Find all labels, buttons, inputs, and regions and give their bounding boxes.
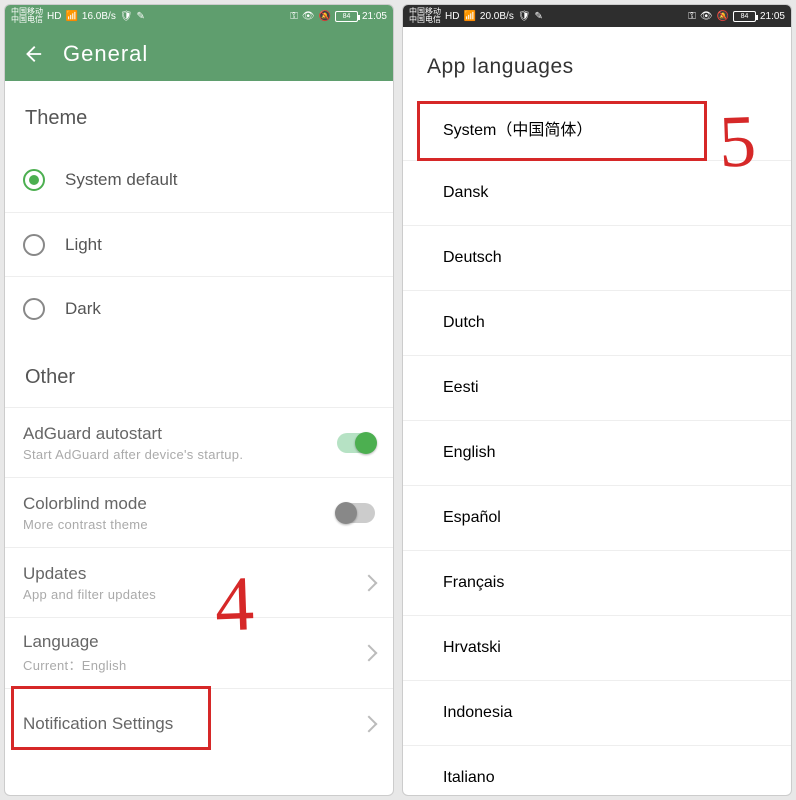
- settings-content: Theme System default Light Dark Other Ad…: [5, 81, 393, 795]
- theme-option-dark[interactable]: Dark: [5, 276, 393, 340]
- radio-icon: [23, 234, 45, 256]
- setting-title: AdGuard autostart: [23, 424, 325, 444]
- radio-selected-icon: [23, 169, 45, 191]
- statusbar-left: 中国移动 中国电信 HD 📶 16.0B/s 🛡 ✎ ⚿ 👁 🔕 84 21:0…: [5, 5, 393, 27]
- eye-icon: 👁: [302, 11, 315, 22]
- language-label: Eesti: [443, 379, 479, 397]
- language-label: Dutch: [443, 314, 485, 332]
- language-option-hrvatski[interactable]: Hrvatski: [403, 615, 791, 680]
- theme-option-light[interactable]: Light: [5, 212, 393, 276]
- setting-language[interactable]: Language Current：English: [5, 617, 393, 688]
- battery-icon: 84: [733, 11, 756, 22]
- right-phone-app-languages: 中国移动 中国电信 HD 📶 20.0B/s 🛡 ✎ ⚿ 👁 🔕 84 21:0…: [402, 4, 792, 796]
- setting-subtitle: Current：English: [23, 655, 351, 674]
- clock: 21:05: [362, 11, 387, 22]
- key-icon: ⚿: [688, 11, 696, 22]
- theme-option-label: Light: [65, 235, 375, 255]
- battery-icon: 84: [335, 11, 358, 22]
- clock: 21:05: [760, 11, 785, 22]
- setting-subtitle: Start AdGuard after device's startup.: [23, 447, 325, 462]
- language-list: System（中国简体） Dansk Deutsch Dutch Eesti E…: [403, 95, 791, 795]
- radio-icon: [23, 298, 45, 320]
- mute-icon: 🔕: [319, 11, 331, 22]
- toggle-off-icon[interactable]: [337, 503, 375, 523]
- mute-icon: 🔕: [717, 11, 729, 22]
- setting-subtitle: More contrast theme: [23, 517, 325, 532]
- setting-title: Updates: [23, 564, 351, 584]
- eye-icon: 👁: [700, 11, 713, 22]
- language-option-english[interactable]: English: [403, 420, 791, 485]
- language-label: Dansk: [443, 184, 488, 202]
- setting-adguard-autostart[interactable]: AdGuard autostart Start AdGuard after de…: [5, 407, 393, 477]
- language-option-italiano[interactable]: Italiano: [403, 745, 791, 795]
- setting-title: Colorblind mode: [23, 494, 325, 514]
- setting-title: Language: [23, 632, 351, 652]
- hd-icon: HD: [445, 11, 459, 22]
- setting-notification-settings[interactable]: Notification Settings: [5, 688, 393, 758]
- toggle-on-icon[interactable]: [337, 433, 375, 453]
- signal-icon: 📶: [463, 11, 475, 22]
- theme-section-header: Theme: [5, 81, 393, 148]
- language-label: Español: [443, 509, 501, 527]
- language-option-francais[interactable]: Français: [403, 550, 791, 615]
- chevron-right-icon: [361, 645, 378, 662]
- language-option-espanol[interactable]: Español: [403, 485, 791, 550]
- language-option-indonesia[interactable]: Indonesia: [403, 680, 791, 745]
- language-label: Indonesia: [443, 704, 512, 722]
- language-label: Français: [443, 574, 504, 592]
- language-label: Italiano: [443, 769, 495, 787]
- chevron-right-icon: [361, 715, 378, 732]
- language-option-system[interactable]: System（中国简体）: [403, 95, 791, 160]
- setting-updates[interactable]: Updates App and filter updates: [5, 547, 393, 617]
- theme-option-system-default[interactable]: System default: [5, 148, 393, 212]
- key-icon: ⚿: [290, 11, 298, 22]
- language-label: English: [443, 444, 495, 462]
- setting-colorblind-mode[interactable]: Colorblind mode More contrast theme: [5, 477, 393, 547]
- language-option-dutch[interactable]: Dutch: [403, 290, 791, 355]
- other-section-header: Other: [5, 340, 393, 407]
- language-label: System（中国简体）: [443, 116, 592, 140]
- carrier-labels: 中国移动 中国电信: [11, 8, 43, 24]
- dialog-title: App languages: [403, 27, 791, 95]
- theme-option-label: Dark: [65, 299, 375, 319]
- pencil-icon: ✎: [137, 11, 145, 22]
- statusbar-right: 中国移动 中国电信 HD 📶 20.0B/s 🛡 ✎ ⚿ 👁 🔕 84 21:0…: [403, 5, 791, 27]
- setting-subtitle: App and filter updates: [23, 587, 351, 602]
- hd-icon: HD: [47, 11, 61, 22]
- titlebar: General: [5, 27, 393, 81]
- signal-icon: 📶: [65, 11, 77, 22]
- chevron-right-icon: [361, 574, 378, 591]
- shield-icon: 🛡: [120, 11, 133, 22]
- pencil-icon: ✎: [535, 11, 543, 22]
- carrier-labels: 中国移动 中国电信: [409, 8, 441, 24]
- language-option-eesti[interactable]: Eesti: [403, 355, 791, 420]
- left-phone-general-settings: 中国移动 中国电信 HD 📶 16.0B/s 🛡 ✎ ⚿ 👁 🔕 84 21:0…: [4, 4, 394, 796]
- page-title: General: [63, 41, 148, 67]
- language-option-dansk[interactable]: Dansk: [403, 160, 791, 225]
- theme-option-label: System default: [65, 170, 375, 190]
- language-label: Deutsch: [443, 249, 502, 267]
- language-option-deutsch[interactable]: Deutsch: [403, 225, 791, 290]
- setting-title: Notification Settings: [23, 714, 351, 734]
- net-speed: 20.0B/s: [480, 11, 514, 22]
- shield-icon: 🛡: [518, 11, 531, 22]
- language-label: Hrvatski: [443, 639, 501, 657]
- back-arrow-icon[interactable]: [21, 43, 43, 65]
- net-speed: 16.0B/s: [82, 11, 116, 22]
